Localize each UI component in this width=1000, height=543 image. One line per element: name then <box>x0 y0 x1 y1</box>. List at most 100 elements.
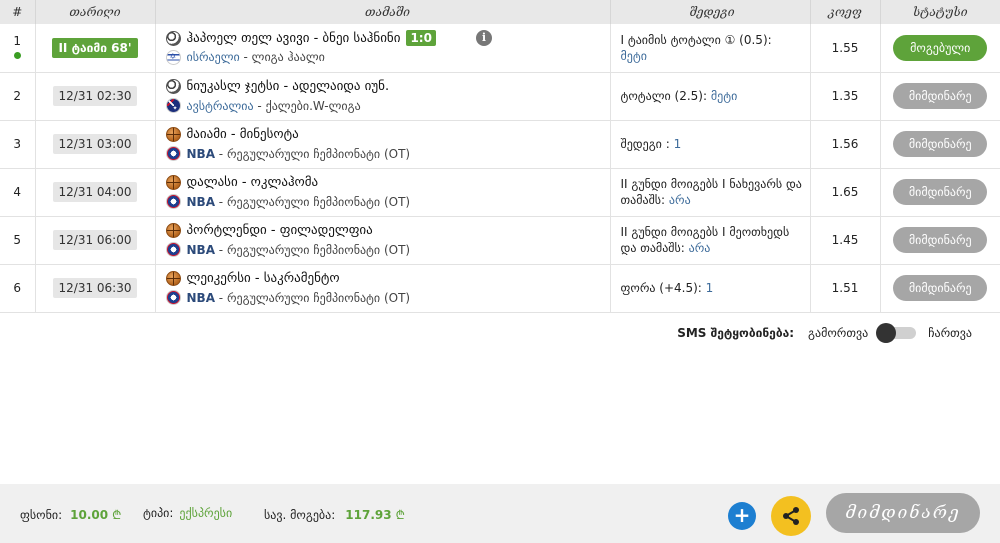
share-button[interactable] <box>771 496 811 536</box>
row-outcome-cell: II გუნდი მოიგებს I ნახევარს და თამაშს: ა… <box>610 168 811 217</box>
outcome-text: შედეგი : 1 <box>621 136 804 152</box>
row-date-cell: II ტაიმი 68' <box>35 24 156 73</box>
basketball-icon <box>165 175 181 190</box>
table-row: 6 12/31 06:30 ლეიკერსი - საკრამენტო NBA … <box>0 264 1000 313</box>
header-outcome: შედეგი <box>610 0 811 24</box>
league-line: ისრაელი - ლიგა ჰაალი <box>165 48 610 67</box>
row-outcome-cell: შედეგი : 1 <box>610 120 811 169</box>
row-num: 6 <box>13 281 22 295</box>
league-line: ავსტრალია - ქალები.W-ლიგა <box>165 96 610 115</box>
match-name[interactable]: ჰაპოელ თელ ავივი - ბნეი საჰნინი <box>187 31 401 46</box>
row-status-cell: მიმდინარე <box>880 264 1000 313</box>
outcome-text: II გუნდი მოიგებს I ნახევარს და თამაშს: ა… <box>621 176 804 208</box>
row-status-cell: მოგებული <box>880 24 1000 73</box>
outcome-text: ტოტალი (2.5): მეტი <box>621 88 804 104</box>
stake-info: ფსონი: 10.00 ₾ <box>20 506 121 523</box>
league-line: NBA - რეგულარული ჩემპიონატი (OT) <box>165 240 610 259</box>
row-num-cell: 5 <box>0 216 36 265</box>
nba-logo-icon <box>165 242 181 257</box>
status-won-badge[interactable]: მოგებული <box>893 34 988 61</box>
country-name: ავსტრალია <box>186 98 254 113</box>
bet-status-button[interactable]: მიმდინარე <box>826 493 980 533</box>
match-line: ლეიკერსი - საკრამენტო <box>165 269 610 288</box>
row-outcome-cell: II გუნდი მოიგებს I მეოთხედს და თამაშს: ა… <box>610 216 811 265</box>
sms-label: SMS შეტყობინება: <box>677 326 795 340</box>
outcome-value: 1 <box>673 137 682 151</box>
row-status-cell: მიმდინარე <box>880 120 1000 169</box>
date-badge: 12/31 06:00 <box>52 230 138 250</box>
info-icon[interactable]: i <box>475 30 492 47</box>
row-date-cell: 12/31 04:00 <box>35 168 156 217</box>
row-odds-cell: 1.35 <box>810 72 881 121</box>
match-name[interactable]: მაიამი - მინესოტა <box>187 127 299 142</box>
match-line: ნიუკასლ ჯეტსი - ადელაიდა იუნ. <box>165 77 610 96</box>
country-name: NBA <box>186 194 215 209</box>
status-pending-badge[interactable]: მიმდინარე <box>893 275 988 301</box>
live-time-badge: II ტაიმი 68' <box>52 37 138 58</box>
match-name[interactable]: პორტლენდი - ფილადელფია <box>187 223 373 238</box>
date-badge: 12/31 04:00 <box>52 182 138 202</box>
status-pending-badge[interactable]: მიმდინარე <box>893 179 988 205</box>
toggle-knob[interactable] <box>876 323 897 343</box>
table-row: 2 12/31 02:30 ნიუკასლ ჯეტსი - ადელაიდა ი… <box>0 72 1000 121</box>
league-line: NBA - რეგულარული ჩემპიონატი (OT) <box>165 288 610 307</box>
date-badge: 12/31 02:30 <box>52 86 138 106</box>
row-game-cell: ჰაპოელ თელ ავივი - ბნეი საჰნინი 1:0 i ის… <box>155 24 611 73</box>
israel-flag-icon <box>165 49 181 65</box>
outcome-value: 1 <box>705 281 714 295</box>
country-name: ისრაელი <box>186 50 240 65</box>
odds-value: 1.56 <box>831 137 859 151</box>
outcome-text: ფორა (+4.5): 1 <box>621 280 804 296</box>
bet-slip-page: # თარიღი თამაში შედეგი კოეფ სტატუსი 1 II… <box>0 0 1000 543</box>
match-name[interactable]: ლეიკერსი - საკრამენტო <box>187 271 340 286</box>
country-name: NBA <box>186 290 215 305</box>
match-name[interactable]: დალასი - ოკლაჰომა <box>187 175 319 190</box>
header-odds: კოეფ <box>810 0 881 24</box>
potential-win-label: სავ. მოგება: <box>264 507 336 522</box>
row-num-cell: 6 <box>0 264 36 313</box>
status-pending-badge[interactable]: მიმდინარე <box>893 83 988 109</box>
header-num: # <box>0 0 36 24</box>
outcome-text: I ტაიმის ტოტალი ① (0.5): მეტი <box>621 32 804 64</box>
outcome-value: არა <box>668 193 691 207</box>
table-row: 1 II ტაიმი 68' ჰაპოელ თელ ავივი - ბნეი ს… <box>0 24 1000 73</box>
type-info: ტიპი: ექსპრესი <box>143 506 232 520</box>
league-name: რეგულარული ჩემპიონატი (OT) <box>226 194 411 209</box>
soccer-ball-icon <box>165 30 181 46</box>
row-status-cell: მიმდინარე <box>880 168 1000 217</box>
sms-on-label[interactable]: ჩართვა <box>928 326 972 340</box>
row-num-cell: 3 <box>0 120 36 169</box>
match-name[interactable]: ნიუკასლ ჯეტსი - ადელაიდა იუნ. <box>187 79 390 94</box>
status-pending-badge[interactable]: მიმდინარე <box>893 227 988 253</box>
table-row: 5 12/31 06:00 პორტლენდი - ფილადელფია NBA… <box>0 216 1000 265</box>
type-label: ტიპი: <box>143 506 174 520</box>
row-num: 2 <box>13 89 22 103</box>
sms-off-label[interactable]: გამორთვა <box>808 326 868 340</box>
row-date-cell: 12/31 06:00 <box>35 216 156 265</box>
sms-toggle[interactable] <box>876 323 917 343</box>
row-game-cell: ნიუკასლ ჯეტსი - ადელაიდა იუნ. ავსტრალია … <box>155 72 611 121</box>
outcome-market: ტოტალი (2.5): <box>620 89 708 103</box>
nba-logo-icon <box>165 290 181 305</box>
soccer-ball-icon <box>165 79 181 94</box>
outcome-value: მეტი <box>710 89 738 103</box>
row-date-cell: 12/31 03:00 <box>35 120 156 169</box>
header-status: სტატუსი <box>880 0 1000 24</box>
row-odds-cell: 1.65 <box>810 168 881 217</box>
plus-icon[interactable]: + <box>728 502 756 530</box>
outcome-market: I ტაიმის ტოტალი ① (0.5): <box>620 32 772 47</box>
league-name: რეგულარული ჩემპიონატი (OT) <box>226 290 411 305</box>
sms-notification-row: SMS შეტყობინება: გამორთვა ჩართვა <box>677 323 972 343</box>
bets-table: # თარიღი თამაში შედეგი კოეფ სტატუსი 1 II… <box>0 0 1000 313</box>
league-line: NBA - რეგულარული ჩემპიონატი (OT) <box>165 192 610 211</box>
row-odds-cell: 1.56 <box>810 120 881 169</box>
match-line: ჰაპოელ თელ ავივი - ბნეი საჰნინი 1:0 i <box>165 29 610 48</box>
row-num-cell: 1 <box>0 24 36 73</box>
country-name: NBA <box>186 242 215 257</box>
row-odds-cell: 1.45 <box>810 216 881 265</box>
outcome-value: არა <box>688 241 711 255</box>
status-pending-badge[interactable]: მიმდინარე <box>893 131 988 157</box>
outcome-market: შედეგი : <box>620 137 670 151</box>
odds-value: 1.45 <box>831 233 859 247</box>
nba-logo-icon <box>165 194 181 209</box>
